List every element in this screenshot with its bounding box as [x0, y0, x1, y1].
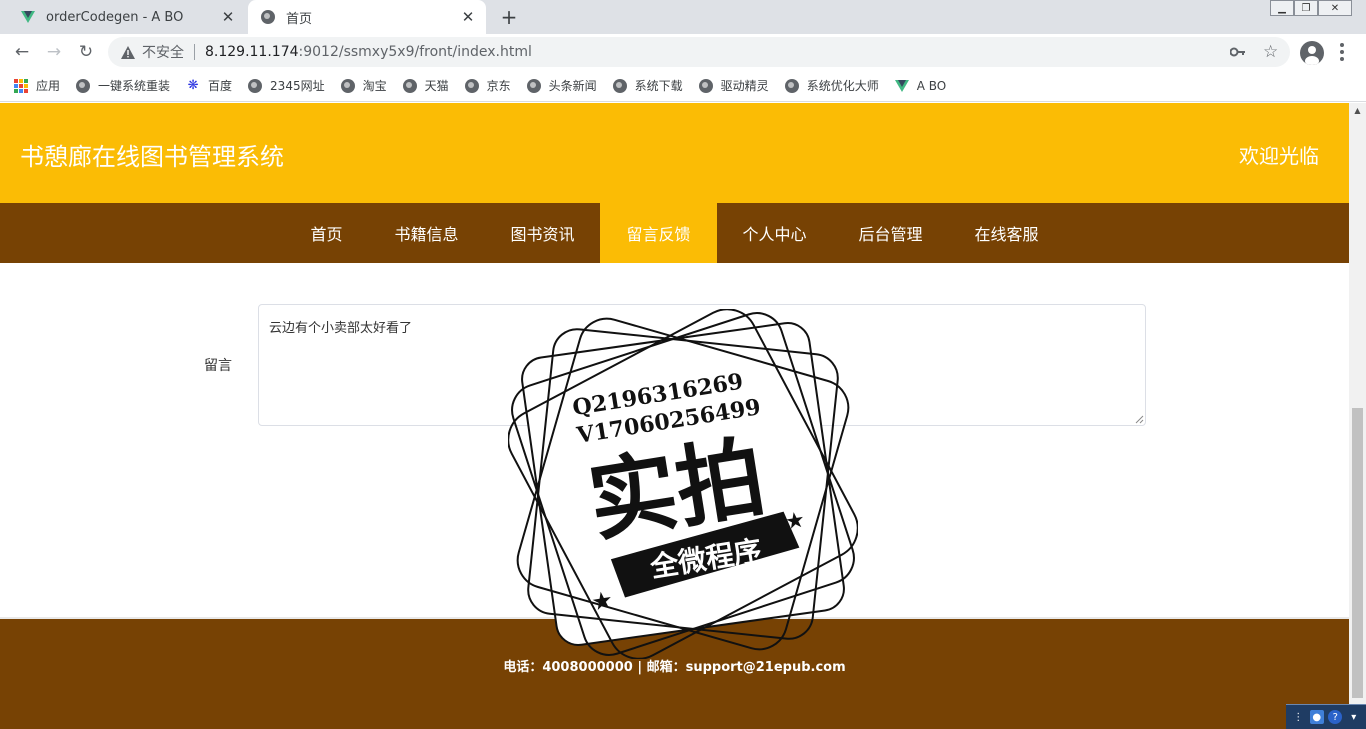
nav-item-support[interactable]: 在线客服: [949, 203, 1065, 263]
bookmark-label: 应用: [36, 79, 61, 93]
globe-icon: [260, 9, 276, 25]
nav-item-admin[interactable]: 后台管理: [833, 203, 949, 263]
url-host: 8.129.11.174: [205, 44, 299, 60]
help-icon[interactable]: ?: [1328, 710, 1343, 724]
star-icon: ★: [783, 508, 806, 536]
new-tab-button[interactable]: +: [498, 5, 520, 29]
forward-button[interactable]: →: [43, 41, 65, 63]
bookmark-label: 驱动精灵: [720, 79, 769, 93]
page-scrollbar[interactable]: ▲: [1349, 103, 1366, 729]
url-path: :9012/ssmxy5x9/front/index.html: [298, 44, 532, 60]
prev-page-button[interactable]: 上一页: [608, 539, 675, 566]
system-tray: ⋮ ● ? ▾: [1286, 704, 1366, 729]
grip-icon: ⋮: [1293, 711, 1304, 723]
bookmark-item[interactable]: 系统优化大师: [784, 77, 879, 94]
bookmark-item[interactable]: 淘宝: [340, 77, 387, 94]
window-close-button[interactable]: ✕: [1318, 0, 1352, 16]
nav-item-home[interactable]: 首页: [284, 203, 368, 263]
bookmark-apps[interactable]: 应用: [14, 77, 60, 94]
scroll-up-arrow-icon[interactable]: ▲: [1349, 103, 1366, 117]
bookmark-label: 京东: [486, 79, 511, 93]
close-icon[interactable]: ✕: [458, 7, 478, 27]
minimize-button[interactable]: ▁: [1270, 0, 1294, 16]
next-page-button[interactable]: 下一页: [675, 539, 742, 566]
globe-icon: [340, 78, 355, 93]
bookmark-label: 天猫: [424, 79, 449, 93]
security-label[interactable]: 不安全: [142, 42, 184, 62]
star-icon[interactable]: ☆: [1263, 37, 1278, 67]
tab-title: 首页: [286, 11, 313, 27]
browser-toolbar: ← → ↻ 不安全 8.129.11.174:9012/ssmxy5x9/fro…: [0, 34, 1366, 70]
globe-icon: [76, 78, 91, 93]
close-icon[interactable]: ✕: [218, 7, 238, 27]
bookmark-label: 2345网址: [270, 79, 325, 93]
main-nav: 首页 书籍信息 图书资讯 留言反馈 个人中心 后台管理 在线客服: [0, 203, 1349, 263]
reload-button[interactable]: ↻: [75, 41, 97, 63]
site-header: 书憩廊在线图书管理系统 欢迎光临: [0, 103, 1349, 203]
nav-item-profile[interactable]: 个人中心: [717, 203, 833, 263]
bookmark-item[interactable]: 一键系统重装: [76, 77, 170, 94]
nav-item-books[interactable]: 书籍信息: [368, 203, 484, 263]
warning-icon: [120, 44, 136, 60]
globe-icon: [526, 78, 541, 93]
bookmark-label: 系统下载: [634, 79, 683, 93]
bookmark-item[interactable]: 驱动精灵: [698, 77, 769, 94]
apps-grid-icon: [14, 78, 28, 93]
pagination: 上一页 下一页: [607, 538, 743, 567]
bookmark-label: 系统优化大师: [806, 79, 879, 93]
resize-grip-icon[interactable]: [1134, 414, 1144, 424]
browser-tab-home[interactable]: 首页 ✕: [248, 0, 486, 34]
bookmark-label: 头条新闻: [548, 79, 597, 93]
bookmark-item[interactable]: 系统下载: [612, 77, 683, 94]
footer-contact: 电话：4008000000 | 邮箱：support@21epub.com: [503, 660, 846, 675]
address-bar[interactable]: 不安全 8.129.11.174:9012/ssmxy5x9/front/ind…: [108, 37, 1290, 67]
page-viewport: 书憩廊在线图书管理系统 欢迎光临 首页 书籍信息 图书资讯 留言反馈 个人中心 …: [0, 103, 1349, 729]
globe-icon: [402, 78, 417, 93]
star-icon: ★: [589, 586, 615, 617]
globe-icon: [698, 78, 713, 93]
bookmark-item[interactable]: 京东: [464, 77, 511, 94]
scroll-thumb[interactable]: [1352, 408, 1363, 698]
message-textarea[interactable]: 云边有个小卖部太好看了: [258, 304, 1146, 426]
browser-tab-strip: orderCodegen - A BO ✕ 首页 ✕ + ▁ ❐ ✕: [0, 0, 1366, 34]
window-controls: ▁ ❐ ✕: [1270, 0, 1352, 16]
tray-menu-icon[interactable]: ▾: [1347, 710, 1361, 724]
bookmark-label: 淘宝: [362, 79, 387, 93]
bookmark-label: A BO: [916, 78, 947, 93]
message-label: 留言: [204, 358, 232, 374]
user-icon[interactable]: ●: [1309, 710, 1324, 724]
nav-item-news[interactable]: 图书资讯: [484, 203, 600, 263]
baidu-paw-icon: ❋: [187, 78, 199, 93]
bookmark-label: 一键系统重装: [98, 79, 171, 93]
tab-title: orderCodegen - A BO: [46, 9, 184, 25]
welcome-text: 欢迎光临: [1239, 144, 1319, 168]
browser-tab-ordercodegen[interactable]: orderCodegen - A BO ✕: [8, 0, 246, 34]
reset-button[interactable]: [731, 436, 809, 472]
globe-icon: [784, 78, 799, 93]
profile-avatar-icon[interactable]: [1300, 41, 1324, 65]
bookmark-item[interactable]: 天猫: [402, 77, 449, 94]
vue-icon: [894, 79, 909, 93]
nav-item-feedback[interactable]: 留言反馈: [600, 203, 717, 263]
browser-menu-icon[interactable]: [1334, 41, 1350, 63]
globe-icon: [248, 78, 263, 93]
bookmark-item[interactable]: ❋ 百度: [186, 77, 232, 94]
restore-button[interactable]: ❐: [1294, 0, 1318, 16]
bookmark-item[interactable]: 头条新闻: [526, 77, 597, 94]
bookmark-label: 百度: [208, 79, 233, 93]
globe-icon: [612, 78, 627, 93]
vue-icon: [20, 9, 36, 25]
back-button[interactable]: ←: [11, 41, 33, 63]
key-icon[interactable]: [1230, 37, 1246, 67]
bookmark-item[interactable]: A BO: [894, 78, 947, 93]
site-footer: 电话：4008000000 | 邮箱：support@21epub.com: [0, 617, 1349, 729]
bookmark-item[interactable]: 2345网址: [248, 77, 325, 94]
bookmarks-bar: 应用 一键系统重装 ❋ 百度 2345网址 淘宝 天猫 京东 头条新闻 系统下载 …: [0, 70, 1366, 102]
divider: [194, 44, 195, 60]
globe-icon: [464, 78, 479, 93]
site-title: 书憩廊在线图书管理系统: [20, 143, 284, 171]
submit-button[interactable]: [651, 436, 731, 472]
